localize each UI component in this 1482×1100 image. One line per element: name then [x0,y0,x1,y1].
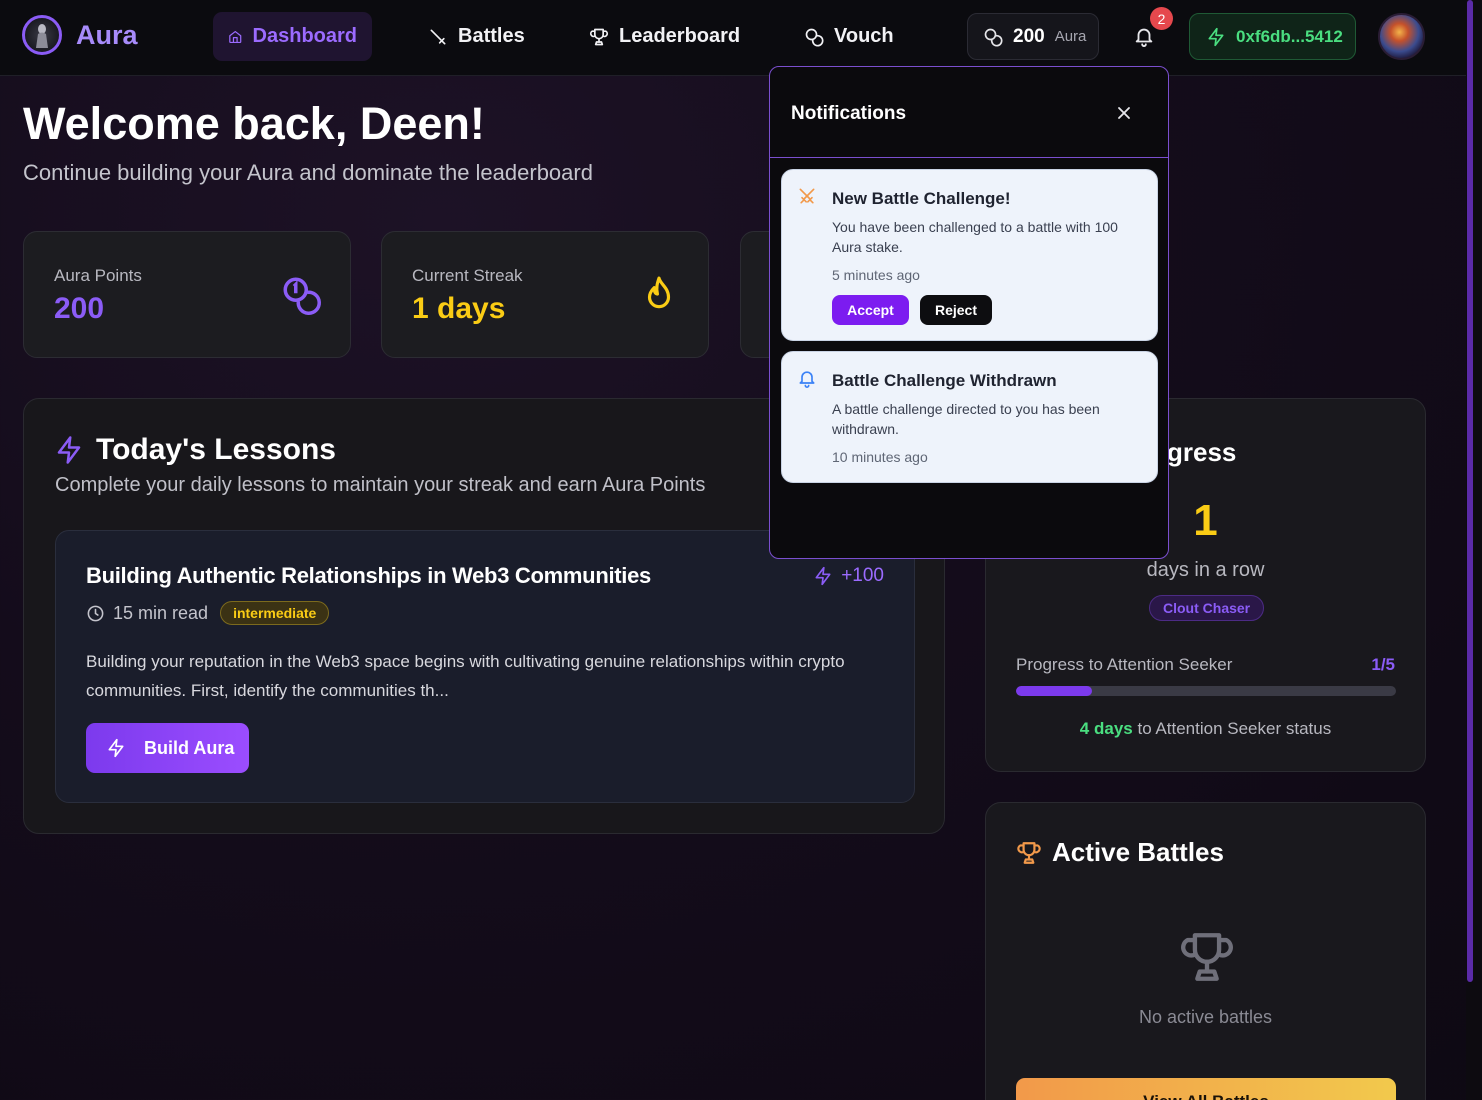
lesson-card[interactable]: Building Authentic Relationships in Web3… [55,530,915,803]
home-icon [229,30,242,43]
active-battles-panel: Active Battles No active battles View Al… [985,802,1426,1100]
nav-vouch-label: Vouch [834,25,894,47]
reject-button[interactable]: Reject [920,295,992,325]
page-subtitle: Continue building your Aura and dominate… [23,160,593,185]
coins-icon [283,277,321,315]
notifications-title: Notifications [791,103,907,124]
lesson-reward: +100 [813,565,884,587]
trophy-icon [590,28,608,45]
rank-badge: Clout Chaser [1149,595,1265,621]
page-title: Welcome back, Deen! [23,98,485,149]
notification-time: 10 minutes ago [832,449,928,465]
stat-label: Current Streak [412,266,523,285]
notification-item[interactable]: Battle Challenge Withdrawn A battle chal… [781,351,1158,483]
nav-leaderboard[interactable]: Leaderboard [574,12,755,61]
lessons-subtitle: Complete your daily lessons to maintain … [55,474,706,496]
notification-text: A battle challenge directed to you has b… [832,401,1100,437]
streak-days-label: days in a row [1146,559,1265,581]
coins-icon [805,28,824,47]
trophy-icon [1017,841,1041,864]
clock-icon [87,605,104,621]
battles-heading: Active Battles [1016,837,1224,868]
notification-item[interactable]: New Battle Challenge! You have been chal… [781,169,1158,341]
stat-value: 200 [54,292,105,325]
lesson-meta: 15 min read intermediate [86,601,330,625]
trophy-icon [1181,933,1233,981]
wallet-button[interactable]: 0xf6db...5412 [1189,13,1356,60]
accept-button[interactable]: Accept [832,295,909,325]
battles-title: Active Battles [1052,837,1224,867]
logo-icon [22,15,62,55]
user-avatar[interactable] [1378,13,1425,60]
stat-value: 1 days [412,292,506,325]
lightning-icon [108,738,124,758]
close-icon[interactable] [1114,103,1134,123]
progress-note: 4 days to Attention Seeker status [986,719,1425,739]
app-logo[interactable]: Aura [22,15,138,55]
nav-battles[interactable]: Battles [413,12,540,61]
lesson-level-badge: intermediate [220,601,330,625]
progress-bar [1016,686,1396,696]
notification-time: 5 minutes ago [832,267,920,283]
progress-bar-fill [1016,686,1092,696]
no-battles-text: No active battles [1138,1007,1273,1027]
bell-icon [799,371,815,388]
remaining-text: to Attention Seeker status [1137,719,1332,738]
notification-count-badge: 2 [1150,7,1173,30]
build-aura-button[interactable]: Build Aura [86,723,249,773]
lightning-icon [815,566,831,586]
lesson-reward-value: +100 [841,565,884,586]
flame-icon [647,276,671,309]
build-aura-label: Build Aura [144,737,235,758]
notification-text: You have been challenged to a battle wit… [832,219,1118,255]
wallet-address: 0xf6db...5412 [1236,26,1343,46]
points-value: 200 [1013,25,1045,47]
notification-title: New Battle Challenge! [832,189,1011,208]
remaining-days: 4 days [1079,719,1133,738]
nav-dashboard[interactable]: Dashboard [213,12,372,61]
notifications-bell-button[interactable] [1133,25,1155,47]
nav-leaderboard-label: Leaderboard [619,25,741,47]
lessons-heading: Today's Lessons [54,433,336,467]
lesson-read-time: 15 min read [113,602,209,623]
crossed-swords-icon [799,188,815,204]
scrollbar-thumb[interactable] [1467,0,1473,982]
stat-card-aura-points: Aura Points 200 [23,231,351,358]
lightning-icon [57,436,81,464]
sword-icon [430,29,446,45]
progress-count: 1/5 [1371,655,1395,674]
stat-card-current-streak: Current Streak 1 days [381,231,709,358]
aura-points-pill[interactable]: 200 Aura [967,13,1099,60]
nav-battles-label: Battles [458,25,525,47]
lesson-title: Building Authentic Relationships in Web3… [86,563,651,588]
lessons-title: Today's Lessons [96,433,336,466]
view-all-battles-button[interactable]: View All Battles [1016,1078,1396,1100]
notification-title: Battle Challenge Withdrawn [832,371,1057,390]
lesson-excerpt: Building your reputation in the Web3 spa… [86,652,845,700]
nav-dashboard-label: Dashboard [252,25,357,47]
coins-icon [984,28,1003,47]
notifications-dropdown: Notifications New Battle Challenge! You … [769,66,1169,559]
nav-vouch[interactable]: Vouch [789,12,909,61]
lightning-icon [1208,27,1224,46]
app-name: Aura [76,19,138,50]
progress-panel-title: gress [1167,437,1237,467]
progress-label: Progress to Attention Seeker [1016,655,1233,674]
bell-icon [1135,28,1153,47]
points-label: Aura [1054,28,1087,45]
stat-label: Aura Points [54,266,142,285]
top-navigation-bar: Aura Dashboard Battles Leaderboard Vouch… [0,0,1466,76]
notifications-header: Notifications [770,67,1168,158]
